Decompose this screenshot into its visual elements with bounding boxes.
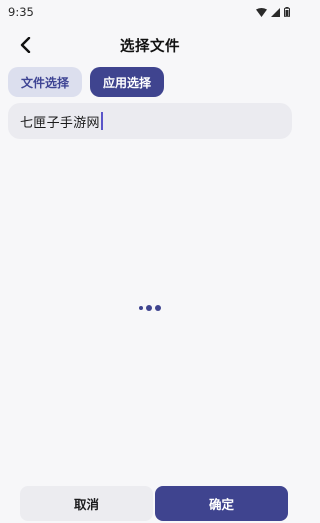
wifi-icon — [256, 7, 267, 17]
status-bar: 9:35 — [0, 0, 300, 24]
tab-app-select[interactable]: 应用选择 — [90, 67, 164, 97]
loading-dot — [139, 306, 143, 310]
tab-file-select[interactable]: 文件选择 — [8, 67, 82, 97]
footer-actions: 取消 确定 — [20, 486, 288, 521]
page-title: 选择文件 — [120, 38, 180, 55]
tab-bar: 文件选择 应用选择 — [8, 67, 164, 97]
loading-dot — [155, 305, 161, 311]
search-input[interactable]: 七匣子手游网 — [8, 103, 292, 139]
status-icons — [256, 7, 290, 17]
status-time: 9:35 — [8, 5, 34, 19]
battery-icon — [284, 7, 290, 17]
loading-dot — [146, 305, 152, 311]
confirm-button[interactable]: 确定 — [155, 486, 288, 521]
search-input-value: 七匣子手游网 — [20, 115, 100, 131]
cancel-button[interactable]: 取消 — [20, 486, 153, 521]
loading-indicator — [139, 305, 161, 311]
header: 选择文件 — [0, 30, 300, 60]
back-button[interactable] — [14, 34, 36, 56]
signal-icon — [271, 7, 280, 17]
text-cursor — [100, 112, 103, 130]
back-arrow-icon — [20, 37, 31, 53]
